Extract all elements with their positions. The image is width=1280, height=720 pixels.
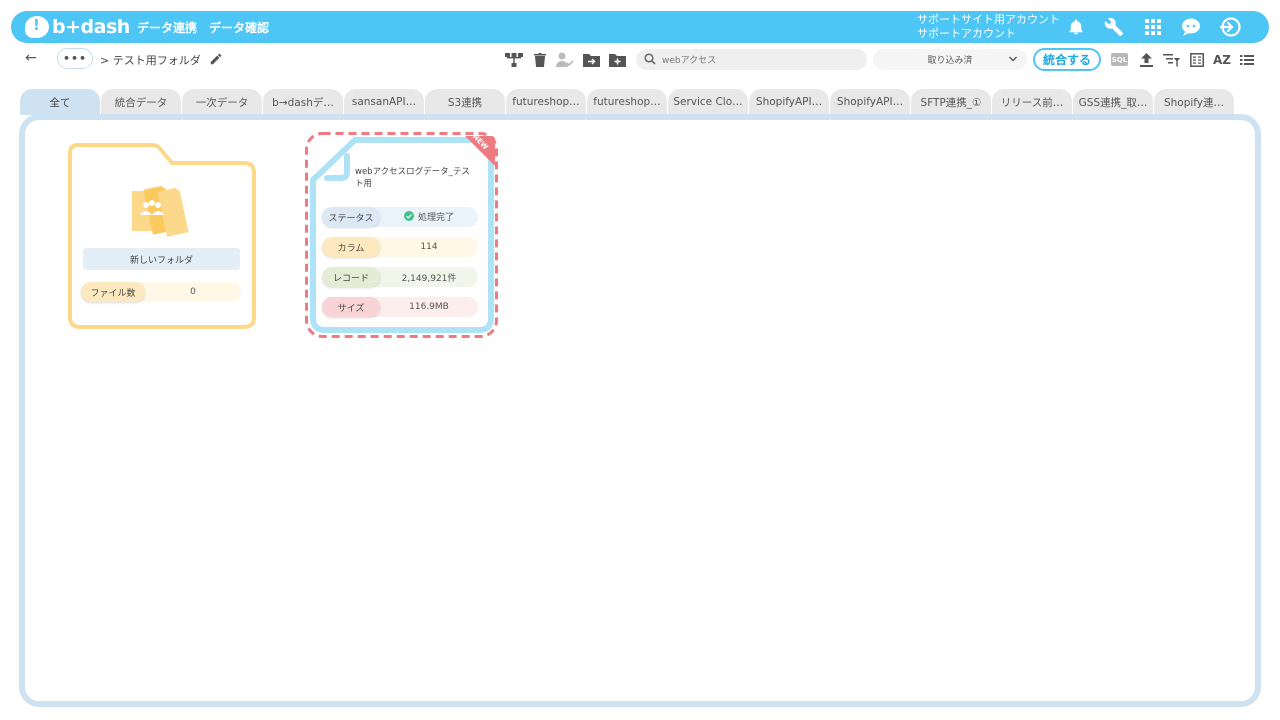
tab-shopify-api-1[interactable]: ShopifyAPI… bbox=[749, 89, 829, 115]
sort-az-icon[interactable]: AZ bbox=[1213, 51, 1231, 69]
tab-gss[interactable]: GSS連携_取… bbox=[1073, 89, 1153, 115]
file-count-row: ファイル数 0 bbox=[81, 282, 241, 302]
list-view-icon[interactable] bbox=[1238, 51, 1256, 69]
data-file-card[interactable]: NEW webアクセスログデータ_テスト用 ステータス 処理完了 カラム 114… bbox=[305, 132, 498, 338]
upload-icon[interactable] bbox=[1137, 51, 1155, 69]
logout-icon[interactable] bbox=[1219, 16, 1241, 38]
user-check-icon[interactable] bbox=[556, 51, 574, 69]
status-label: ステータス bbox=[322, 207, 380, 227]
search-input[interactable] bbox=[662, 51, 862, 68]
logo-text: b+dash bbox=[52, 16, 130, 38]
hierarchy-flow-icon[interactable] bbox=[505, 51, 523, 69]
tab-futureshop-2[interactable]: futureshop… bbox=[587, 89, 667, 115]
multi-folder-icon bbox=[132, 186, 189, 237]
grid-apps-icon[interactable] bbox=[1142, 16, 1164, 38]
account-user-name: サポートアカウント bbox=[917, 27, 1016, 40]
card-title: webアクセスログデータ_テスト用 bbox=[355, 167, 470, 189]
column-value: 114 bbox=[420, 242, 438, 252]
toolbar: ← ••• > テスト用フォルダ 取り込み済 統合する SQL AZ bbox=[11, 46, 1269, 74]
size-label: サイズ bbox=[322, 297, 380, 317]
breadcrumb-more-button[interactable]: ••• bbox=[57, 48, 93, 69]
size-row: サイズ 116.9MB bbox=[322, 297, 478, 317]
column-view-icon[interactable] bbox=[1188, 51, 1206, 69]
check-circle-icon bbox=[403, 211, 414, 222]
file-count-value: 0 bbox=[190, 287, 196, 297]
folder-name: 新しいフォルダ bbox=[83, 248, 240, 270]
tab-s3[interactable]: S3連携 bbox=[425, 89, 505, 115]
search-field[interactable] bbox=[636, 49, 867, 70]
import-status-select[interactable]: 取り込み済 bbox=[873, 49, 1027, 70]
folder-card[interactable]: 新しいフォルダ ファイル数 0 bbox=[68, 143, 256, 329]
merge-button[interactable]: 統合する bbox=[1033, 48, 1101, 71]
wrench-icon[interactable] bbox=[1103, 16, 1125, 38]
folder-move-icon[interactable] bbox=[582, 51, 600, 69]
logo-bubble-icon bbox=[25, 16, 49, 38]
tab-pre-release[interactable]: リリース前… bbox=[992, 89, 1072, 115]
column-row: カラム 114 bbox=[322, 237, 478, 257]
support-chat-icon[interactable] bbox=[1180, 16, 1202, 38]
tab-primary-data[interactable]: 一次データ bbox=[182, 89, 262, 115]
record-label: レコード bbox=[322, 267, 380, 287]
top-navigation-bar: b+dash データ連携 データ確認 サポートサイト用アカウント サポートアカウ… bbox=[11, 11, 1269, 43]
tab-service-cloud[interactable]: Service Clo… bbox=[668, 89, 748, 115]
tab-futureshop-1[interactable]: futureshop… bbox=[506, 89, 586, 115]
nav-data-integration[interactable]: データ連携 bbox=[137, 19, 197, 36]
back-arrow-icon[interactable]: ← bbox=[25, 50, 37, 66]
size-value: 116.9MB bbox=[409, 302, 449, 312]
account-info[interactable]: サポートサイト用アカウント サポートアカウント bbox=[917, 13, 1060, 41]
account-site-name: サポートサイト用アカウント bbox=[917, 13, 1060, 26]
search-icon bbox=[644, 53, 656, 65]
bell-icon[interactable] bbox=[1065, 16, 1087, 38]
record-row: レコード 2,149,921件 bbox=[322, 267, 478, 287]
sql-icon[interactable]: SQL bbox=[1111, 53, 1128, 66]
status-row: ステータス 処理完了 bbox=[322, 207, 478, 227]
tab-all[interactable]: 全て bbox=[20, 89, 100, 115]
tab-sansan-api[interactable]: sansanAPI… bbox=[344, 89, 424, 115]
record-value: 2,149,921件 bbox=[401, 273, 457, 284]
status-value: 処理完了 bbox=[417, 212, 454, 223]
bdash-logo[interactable]: b+dash bbox=[25, 15, 130, 39]
folder-add-icon[interactable] bbox=[608, 51, 626, 69]
file-count-label: ファイル数 bbox=[81, 282, 145, 302]
breadcrumb: > テスト用フォルダ bbox=[100, 54, 201, 67]
tab-integrated-data[interactable]: 統合データ bbox=[101, 89, 181, 115]
tab-bdash-data[interactable]: b→dashデ… bbox=[263, 89, 343, 115]
chevron-down-icon bbox=[1009, 56, 1017, 62]
tab-sftp[interactable]: SFTP連携_① bbox=[911, 89, 991, 115]
tab-shopify-api-2[interactable]: ShopifyAPI… bbox=[830, 89, 910, 115]
pencil-edit-icon[interactable] bbox=[209, 51, 225, 67]
trash-icon[interactable] bbox=[531, 51, 549, 69]
nav-data-check[interactable]: データ確認 bbox=[209, 19, 269, 36]
import-status-value: 取り込み済 bbox=[927, 56, 973, 66]
column-label: カラム bbox=[322, 237, 380, 257]
filter-list-icon[interactable] bbox=[1162, 51, 1180, 69]
category-tabs: 全て 統合データ 一次データ b→dashデ… sansanAPI… S3連携 … bbox=[20, 89, 1235, 115]
tab-shopify[interactable]: Shopify連… bbox=[1154, 89, 1234, 115]
